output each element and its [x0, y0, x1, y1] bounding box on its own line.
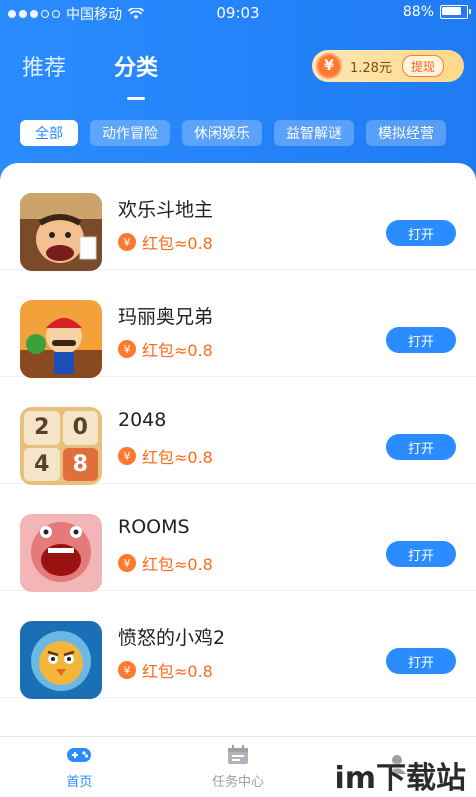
- game-title: ROOMS: [118, 516, 190, 538]
- nav-label: 首页: [66, 774, 93, 790]
- gamepad-icon: [66, 745, 92, 765]
- battery-icon: [440, 5, 471, 19]
- game-title: 欢乐斗地主: [118, 199, 214, 221]
- status-bar: 中国移动 09:03 88%: [0, 0, 476, 26]
- open-button[interactable]: 打开: [386, 220, 456, 246]
- wallet-balance[interactable]: ¥ 1.28元 提现: [312, 50, 464, 82]
- nav-label: 任务中心: [212, 774, 265, 790]
- chip-puzzle[interactable]: 益智解谜: [274, 120, 354, 146]
- tile-8: 8: [62, 447, 98, 481]
- tab-category[interactable]: 分类: [114, 50, 158, 82]
- reward-text: 红包≈0.8: [142, 448, 213, 467]
- status-right: 88%: [402, 4, 471, 20]
- list-item[interactable]: 玛丽奥兄弟 ¥ 红包≈0.8 打开: [0, 270, 476, 378]
- watermark-text: im下载站: [334, 761, 466, 796]
- angry-chick-icon: [20, 621, 102, 699]
- yuan-coin-icon: ¥: [118, 661, 136, 679]
- chip-all[interactable]: 全部: [20, 120, 78, 146]
- open-button[interactable]: 打开: [386, 541, 456, 567]
- reward-info: ¥ 红包≈0.8: [118, 658, 213, 682]
- withdraw-button[interactable]: 提现: [401, 55, 444, 77]
- reward-info: ¥ 红包≈0.8: [118, 444, 213, 468]
- reward-text: 红包≈0.8: [142, 341, 213, 360]
- game-list: 欢乐斗地主 ¥ 红包≈0.8 打开 玛丽奥兄弟 ¥ 红包≈0.8 打开 2 0 …: [0, 163, 476, 699]
- reward-text: 红包≈0.8: [142, 555, 213, 574]
- mario-icon: [20, 300, 102, 378]
- yuan-coin-icon: ¥: [118, 233, 136, 251]
- category-chips: 全部 动作冒险 休闲娱乐 益智解谜 模拟经营: [20, 120, 446, 146]
- list-item[interactable]: ROOMS ¥ 红包≈0.8 打开: [0, 484, 476, 592]
- reward-info: ¥ 红包≈0.8: [118, 551, 213, 575]
- wallet-amount: 1.28元: [350, 60, 392, 76]
- list-item[interactable]: 2 0 4 8 2048 ¥ 红包≈0.8 打开: [0, 377, 476, 485]
- open-button[interactable]: 打开: [386, 327, 456, 353]
- tile-2: 2: [24, 411, 60, 445]
- nav-home[interactable]: 首页: [0, 737, 159, 797]
- list-item[interactable]: 愤怒的小鸡2 ¥ 红包≈0.8 打开: [0, 591, 476, 699]
- header: 中国移动 09:03 88% 推荐 分类 ¥ 1.28元 提现 全部 动作冒险 …: [0, 0, 476, 190]
- reward-text: 红包≈0.8: [142, 662, 213, 681]
- doudizhu-icon: [20, 193, 102, 271]
- tab-recommend[interactable]: 推荐: [22, 50, 66, 82]
- yuan-coin-icon: ¥: [118, 340, 136, 358]
- game-title: 2048: [118, 409, 167, 431]
- yuan-coin-icon: ¥: [118, 447, 136, 465]
- game-list-panel: 欢乐斗地主 ¥ 红包≈0.8 打开 玛丽奥兄弟 ¥ 红包≈0.8 打开 2 0 …: [0, 163, 476, 736]
- open-button[interactable]: 打开: [386, 434, 456, 460]
- open-button[interactable]: 打开: [386, 648, 456, 674]
- reward-info: ¥ 红包≈0.8: [118, 337, 213, 361]
- yuan-coin-icon: ¥: [118, 554, 136, 572]
- chip-action-adventure[interactable]: 动作冒险: [90, 120, 170, 146]
- tile-4: 4: [24, 447, 60, 481]
- tiles-2048-icon: 2 0 4 8: [20, 407, 102, 485]
- top-tabs: 推荐 分类: [22, 50, 158, 82]
- nav-task-center[interactable]: 任务中心: [159, 737, 318, 797]
- calendar-icon: [225, 744, 251, 765]
- chip-casual[interactable]: 休闲娱乐: [182, 120, 262, 146]
- reward-info: ¥ 红包≈0.8: [118, 230, 213, 254]
- game-title: 玛丽奥兄弟: [118, 306, 214, 328]
- game-title: 愤怒的小鸡2: [118, 627, 226, 649]
- chip-simulation[interactable]: 模拟经营: [366, 120, 446, 146]
- list-item[interactable]: 欢乐斗地主 ¥ 红包≈0.8 打开: [0, 163, 476, 271]
- reward-text: 红包≈0.8: [142, 234, 213, 253]
- coin-icon: ¥: [316, 53, 342, 79]
- tile-0: 0: [62, 411, 98, 445]
- rooms-monster-icon: [20, 514, 102, 592]
- battery-percent: 88%: [402, 4, 434, 20]
